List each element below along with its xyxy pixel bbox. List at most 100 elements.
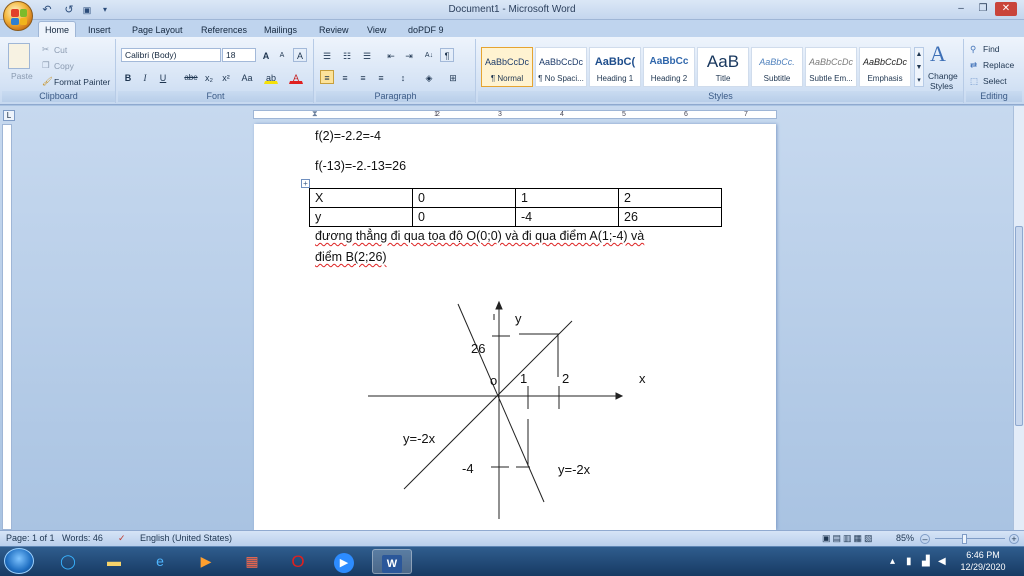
copy-icon[interactable]: ❐ — [42, 60, 50, 71]
justify-icon[interactable]: ≡ — [374, 70, 388, 84]
align-left-icon[interactable]: ≡ — [320, 70, 334, 84]
paint-icon[interactable]: ▦ — [234, 549, 270, 574]
grow-font-icon[interactable]: A — [259, 48, 273, 62]
format-painter-button[interactable]: Format Painter — [54, 77, 110, 87]
replace-button[interactable]: Replace — [983, 60, 1014, 70]
tab-mailings[interactable]: Mailings — [264, 23, 297, 37]
style-normal[interactable]: AaBbCcDc ¶ Normal — [481, 47, 533, 87]
change-styles-icon[interactable]: A — [930, 41, 946, 67]
select-button[interactable]: Select — [983, 76, 1007, 86]
cut-button[interactable]: Cut — [54, 45, 67, 55]
shading-icon[interactable]: ◈ — [422, 70, 436, 84]
tab-selector[interactable]: L — [3, 110, 15, 121]
format-painter-icon[interactable]: 🖌 — [42, 76, 53, 87]
customize-qat-icon[interactable]: ▾ — [98, 3, 112, 17]
find-icon[interactable]: ⚲ — [970, 44, 976, 55]
save-icon[interactable]: ▣ — [80, 3, 94, 17]
zoom-level[interactable]: 85% — [896, 531, 914, 546]
cut-icon[interactable]: ✂ — [42, 44, 49, 55]
maximize-button[interactable]: ❐ — [972, 2, 994, 16]
increase-indent-icon[interactable]: ⇥ — [402, 48, 416, 62]
start-button[interactable] — [4, 548, 34, 574]
vertical-ruler[interactable] — [2, 124, 12, 530]
zoom-slider-thumb[interactable] — [962, 534, 967, 544]
redo-icon[interactable]: ↺ — [62, 3, 76, 17]
minimize-button[interactable]: – — [950, 2, 972, 16]
decrease-indent-icon[interactable]: ⇤ — [384, 48, 398, 62]
style-title[interactable]: AaB Title — [697, 47, 749, 87]
highlight-button[interactable]: ab — [264, 70, 278, 84]
align-right-icon[interactable]: ≡ — [356, 70, 370, 84]
borders-icon[interactable]: ⊞ — [446, 70, 460, 84]
shrink-font-icon[interactable]: A — [275, 48, 289, 62]
italic-button[interactable]: I — [138, 70, 152, 84]
clear-format-icon[interactable]: A — [293, 48, 307, 62]
style-no-spacing[interactable]: AaBbCcDc ¶ No Spaci... — [535, 47, 587, 87]
undo-icon[interactable]: ↶ — [40, 3, 54, 17]
show-formatting-icon[interactable]: ¶ — [440, 48, 454, 62]
scrollbar-thumb[interactable] — [1015, 226, 1023, 426]
select-icon[interactable]: ⬚ — [970, 76, 978, 87]
strikethrough-button[interactable]: abe — [182, 70, 200, 84]
taskbar-clock[interactable]: 6:46 PM 12/29/2020 — [948, 549, 1018, 574]
style-heading-2[interactable]: AaBbCc Heading 2 — [643, 47, 695, 87]
tab-view[interactable]: View — [367, 23, 386, 37]
sort-icon[interactable]: A↓ — [422, 48, 436, 62]
change-styles-button-2[interactable]: Styles — [930, 81, 953, 91]
volume-icon[interactable]: ◀ — [938, 556, 946, 567]
copy-button[interactable]: Copy — [54, 61, 74, 71]
tray-expand-icon[interactable]: ▴ — [890, 556, 895, 567]
proofing-icon[interactable]: ✓ — [118, 531, 126, 546]
superscript-button[interactable]: x² — [219, 70, 233, 84]
file-explorer-icon[interactable]: ▬ — [96, 549, 132, 574]
numbering-icon[interactable]: ☷ — [340, 48, 354, 62]
multilevel-list-icon[interactable]: ☰ — [360, 48, 374, 62]
view-buttons-icon[interactable]: ▣▤▥▦▧ — [822, 531, 875, 546]
bold-button[interactable]: B — [121, 70, 135, 84]
style-subtle-emphasis[interactable]: AaBbCcDc Subtle Em... — [805, 47, 857, 87]
change-styles-button[interactable]: Change — [928, 71, 958, 81]
tab-home[interactable]: Home — [38, 21, 77, 38]
change-case-button[interactable]: Aa — [238, 70, 256, 84]
network-icon[interactable]: ▟ — [922, 556, 930, 567]
document-page[interactable]: f(2)=-2.2=-4 f(-13)=-2.-13=26 + X 0 1 2 … — [254, 124, 776, 530]
battery-icon[interactable]: ▮ — [906, 556, 912, 567]
word-count[interactable]: Words: 46 — [62, 531, 103, 546]
tab-references[interactable]: References — [201, 23, 247, 37]
zoom-in-icon[interactable]: + — [1009, 534, 1019, 544]
paste-button[interactable]: Paste — [11, 71, 33, 81]
zoom-out-icon[interactable]: – — [920, 534, 930, 544]
tab-page-layout[interactable]: Page Layout — [132, 23, 183, 37]
style-subtitle[interactable]: AaBbCc. Subtitle — [751, 47, 803, 87]
internet-explorer-icon[interactable]: e — [142, 549, 178, 574]
line-spacing-icon[interactable]: ↕ — [396, 70, 410, 84]
style-heading-1[interactable]: AaBbC(Heading 1 — [589, 47, 641, 87]
style-emphasis[interactable]: AaBbCcDc Emphasis — [859, 47, 911, 87]
vertical-scrollbar[interactable] — [1013, 106, 1024, 530]
tab-review[interactable]: Review — [319, 23, 349, 37]
search-icon[interactable]: ◯ — [50, 549, 86, 574]
page-count[interactable]: Page: 1 of 1 — [6, 531, 55, 546]
language-indicator[interactable]: English (United States) — [140, 531, 232, 546]
media-player-icon[interactable]: ▶ — [188, 549, 224, 574]
zoom-slider[interactable] — [935, 538, 1005, 539]
replace-icon[interactable]: ⇄ — [970, 60, 977, 71]
tab-insert[interactable]: Insert — [88, 23, 111, 37]
subscript-button[interactable]: x₂ — [202, 70, 216, 84]
graph-drawing[interactable]: y x o 26 1 2 -4 y=-2x y=-2x — [254, 124, 776, 530]
tab-dopdf[interactable]: doPDF 9 — [408, 23, 444, 37]
indent-marker-icon[interactable]: ⧗ — [312, 109, 318, 119]
find-button[interactable]: Find — [983, 44, 1000, 54]
font-name-box[interactable]: Calibri (Body) — [121, 48, 221, 62]
opera-icon[interactable]: O — [280, 549, 316, 574]
underline-button[interactable]: U — [156, 70, 170, 84]
zoom-app-icon[interactable]: ▶ — [326, 549, 362, 574]
office-button[interactable] — [3, 1, 33, 31]
paste-icon[interactable] — [8, 43, 30, 69]
bullets-icon[interactable]: ☰ — [320, 48, 334, 62]
horizontal-ruler[interactable]: 1 2 3 4 5 6 7 ⧗ — [253, 109, 777, 119]
align-center-icon[interactable]: ≡ — [338, 70, 352, 84]
font-size-box[interactable]: 18 — [222, 48, 256, 62]
word-taskbar-icon[interactable]: W — [372, 549, 412, 574]
styles-scroll-icon[interactable]: ▲ ▼ ▾ — [914, 47, 924, 87]
